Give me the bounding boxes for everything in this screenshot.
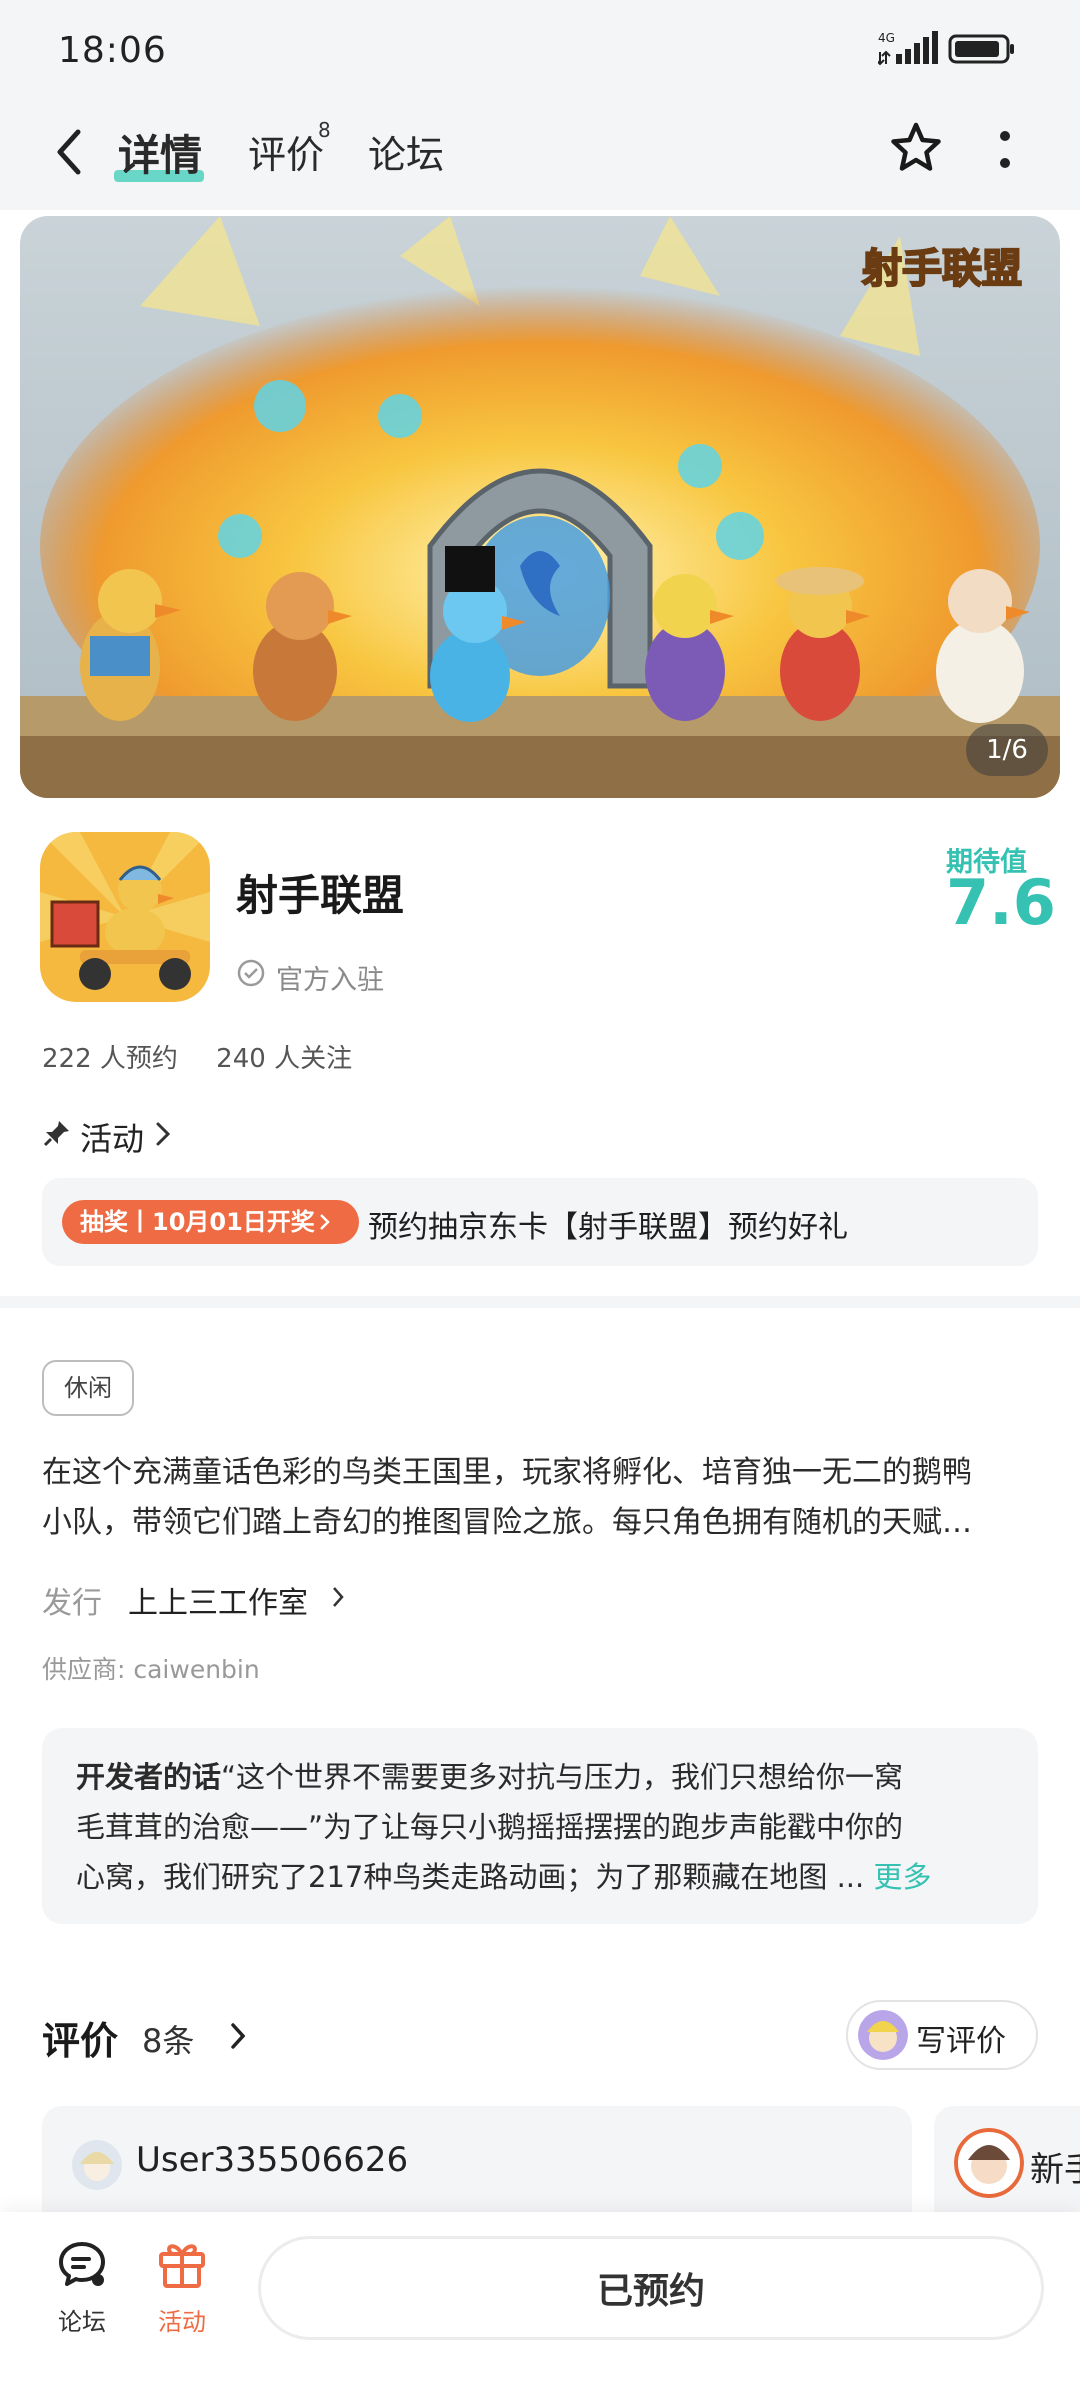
forum-chat-icon[interactable] xyxy=(56,2238,108,2290)
tab-detail[interactable]: 详情 xyxy=(118,122,202,183)
banner-logo-text: 射手联盟 xyxy=(861,245,1023,293)
nav-forum-label[interactable]: 论坛 xyxy=(58,2302,106,2337)
app-stats: 222 人预约 240 人关注 xyxy=(42,1038,382,1075)
developer-note-line: 心窝，我们研究了217种鸟类走路动画；为了那颗藏在地图 ... xyxy=(76,1860,865,1894)
user-avatar xyxy=(72,2140,122,2190)
review-username[interactable]: 新手 xyxy=(1030,2142,1080,2191)
chevron-right-icon xyxy=(231,2023,246,2049)
verified-label: 官方入驻 xyxy=(276,965,384,996)
follower-count: 240 人关注 xyxy=(216,1044,353,1074)
chevron-right-icon xyxy=(320,1214,330,1230)
developer-note-line: 毛茸茸的治愈——”为了让每只小鹅摇摇摆摆的跑步声能戳中你的 xyxy=(76,1810,904,1844)
lottery-badge: 抽奖丨10月01日开奖 xyxy=(62,1200,359,1244)
expect-score: 7.6 xyxy=(946,866,1056,939)
game-description[interactable]: 在这个充满童话色彩的鸟类王国里，玩家将孵化、培育独一无二的鹅鸭 小队，带领它们踏… xyxy=(42,1448,1032,1548)
chevron-right-icon xyxy=(333,1587,344,1607)
developer-note-title: 开发者的话 xyxy=(76,1760,222,1794)
app-name: 射手联盟 xyxy=(236,871,405,920)
more-options-icon[interactable] xyxy=(996,128,1014,174)
gift-icon[interactable] xyxy=(156,2236,208,2290)
user-avatar xyxy=(954,2128,1024,2198)
reserved-label: 已预约 xyxy=(596,2271,705,2312)
more-link[interactable]: 更多 xyxy=(873,1860,931,1894)
promo-text: 预约抽京东卡【射手联盟】预约好礼 xyxy=(368,1210,848,1245)
user-avatar xyxy=(858,2010,908,2060)
signal-icon: 4G xyxy=(878,31,938,66)
description-line: 在这个充满童话色彩的鸟类王国里，玩家将孵化、培育独一无二的鹅鸭 xyxy=(42,1455,972,1490)
genre-tag[interactable]: 休闲 xyxy=(42,1360,134,1416)
reviews-count[interactable]: 8条 xyxy=(142,2016,194,2062)
back-icon[interactable] xyxy=(48,122,92,182)
battery-icon xyxy=(948,34,1014,64)
tab-review[interactable]: 评价 xyxy=(248,124,324,179)
pin-icon xyxy=(43,1121,69,1147)
reviews-title[interactable]: 评价 xyxy=(42,2010,118,2065)
write-review-label: 写评价 xyxy=(916,2024,1006,2059)
review-username[interactable]: User335506626 xyxy=(136,2140,408,2180)
banner-illustration xyxy=(20,216,1060,798)
tab-forum[interactable]: 论坛 xyxy=(368,124,444,179)
publisher-label: 发行 xyxy=(42,1586,102,1621)
description-line: 小队，带领它们踏上奇幻的推图冒险之旅。每只角色拥有随机的天赋… xyxy=(42,1505,972,1540)
banner-page-counter: 1/6 xyxy=(966,724,1048,776)
activity-link[interactable]: 活动 xyxy=(80,1114,144,1160)
section-divider xyxy=(0,1296,1080,1308)
network-type-label: 4G xyxy=(878,31,895,45)
supplier-label: 供应商: caiwenbin xyxy=(42,1655,260,1684)
publisher-link[interactable]: 上上三工作室 xyxy=(128,1578,308,1622)
review-count-badge: 8 xyxy=(318,118,331,142)
app-icon xyxy=(40,832,210,1002)
screenshot-banner[interactable]: 射手联盟 xyxy=(20,216,1060,798)
verified-check-icon xyxy=(237,959,265,987)
chevron-right-icon xyxy=(156,1122,171,1146)
developer-note-text: 开发者的话“这个世界不需要更多对抗与压力，我们只想给你一窝 毛茸茸的治愈——”为… xyxy=(76,1752,1006,1902)
developer-note-line: “这个世界不需要更多对抗与压力，我们只想给你一窝 xyxy=(221,1760,904,1794)
nav-activity-label[interactable]: 活动 xyxy=(158,2302,206,2337)
reservation-count: 222 人预约 xyxy=(42,1044,178,1074)
favorite-star-icon[interactable] xyxy=(888,120,944,176)
status-time: 18:06 xyxy=(58,30,167,71)
